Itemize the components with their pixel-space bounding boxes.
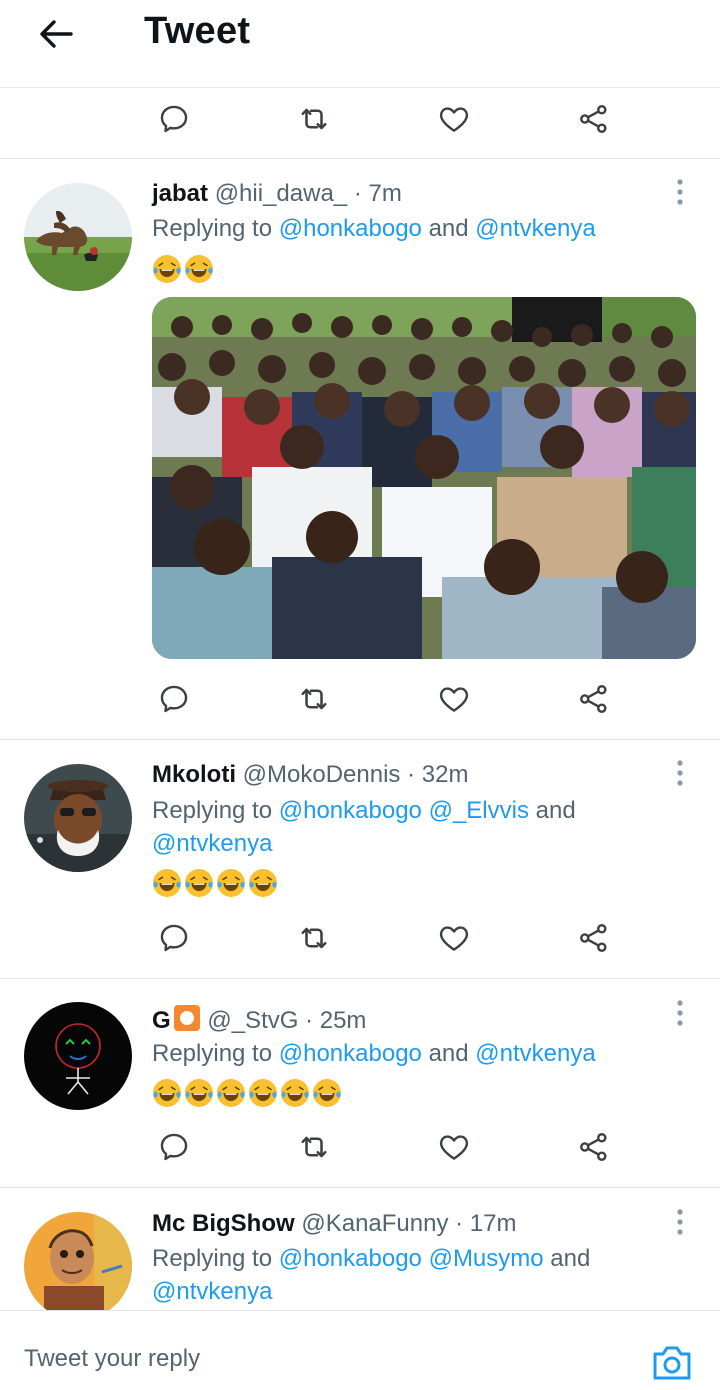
camera-icon	[653, 1346, 691, 1380]
tweet-time: · 17m	[455, 1210, 517, 1237]
more-options-button[interactable]	[666, 1205, 694, 1239]
reply-composer: Tweet your reply	[0, 1310, 720, 1390]
mention-link[interactable]: @honkabogo	[279, 1245, 422, 1272]
mention-link[interactable]: @Musymo	[429, 1245, 544, 1272]
tweet-header: Mc BigShow @KanaFunny · 17m	[152, 1210, 517, 1238]
replying-to: Replying to @honkabogo @Musymo and @ntvk…	[152, 1245, 591, 1305]
more-vertical-icon	[676, 1208, 684, 1236]
camera-button[interactable]	[650, 1341, 694, 1385]
author-name[interactable]: Mc BigShow	[152, 1210, 295, 1237]
reply-input[interactable]: Tweet your reply	[24, 1345, 200, 1373]
avatar[interactable]	[24, 1212, 132, 1310]
author-handle[interactable]: @KanaFunny	[301, 1210, 448, 1237]
mention-link[interactable]: @ntvkenya	[152, 1278, 272, 1305]
tweet-item[interactable]: Mc BigShow @KanaFunny · 17m Replying to …	[0, 0, 720, 1310]
